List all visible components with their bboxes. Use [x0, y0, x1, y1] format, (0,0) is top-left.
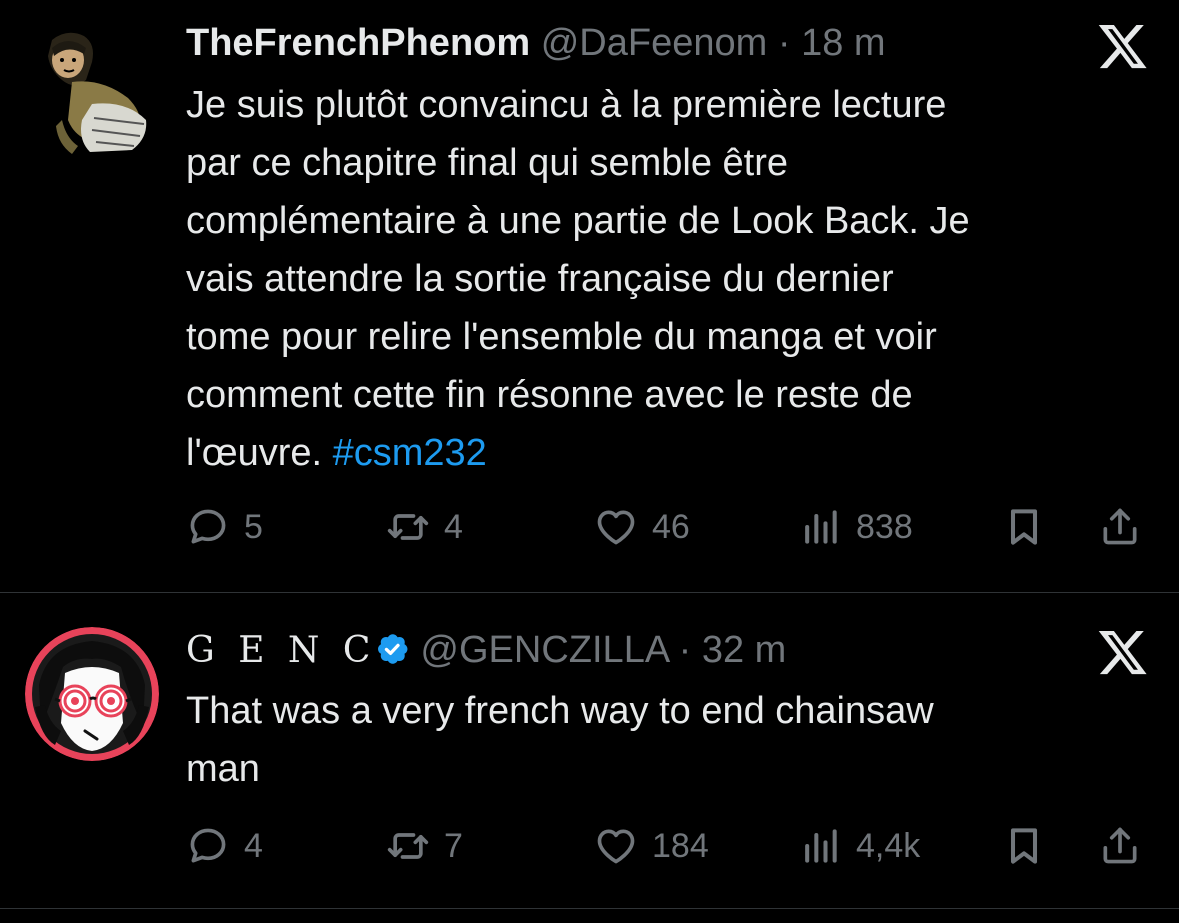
bookmark-button[interactable] — [1002, 499, 1046, 555]
like-count: 184 — [652, 826, 709, 865]
bookmark-icon — [1010, 828, 1038, 864]
speech-bubble-icon — [190, 509, 226, 544]
user-handle[interactable]: @GENCZILLA — [420, 629, 668, 671]
verified-badge-icon — [378, 634, 408, 664]
tweet-text: That was a very french way to end chains… — [186, 682, 1156, 798]
action-bar: 4 7 184 4,4k — [186, 818, 1156, 874]
reply-button[interactable]: 5 — [186, 499, 263, 555]
tweet-header: G E N C @GENCZILLA · 32 m — [186, 625, 1179, 675]
repost-button[interactable]: 7 — [386, 818, 463, 874]
tweet-text-line: tome pour relire l'ensemble du manga et … — [186, 316, 937, 358]
display-name[interactable]: TheFrenchPhenom — [186, 22, 530, 64]
tweet-text-line: complémentaire à une partie de Look Back… — [186, 200, 970, 242]
bookmark-icon — [1010, 509, 1038, 545]
share-button[interactable] — [1098, 818, 1142, 874]
like-button[interactable]: 46 — [594, 499, 690, 555]
timestamp[interactable]: 18 m — [801, 22, 885, 64]
tweet-card[interactable]: G E N C @GENCZILLA · 32 m That was a very… — [0, 593, 1179, 908]
timestamp[interactable]: 32 m — [702, 629, 786, 671]
repost-button[interactable]: 4 — [386, 499, 463, 555]
share-upload-icon — [1103, 508, 1137, 545]
like-count: 46 — [652, 507, 690, 546]
heart-icon — [597, 829, 635, 864]
views-button[interactable]: 4,4k — [798, 818, 920, 874]
tweet-text-line: vais attendre la sortie française du der… — [186, 258, 894, 300]
bookmark-button[interactable] — [1002, 818, 1046, 874]
display-name[interactable]: G E N C — [186, 630, 376, 671]
tweet-header: TheFrenchPhenom @DaFeenom · 18 m — [186, 18, 1179, 68]
separator-dot: · — [678, 629, 692, 671]
view-count: 4,4k — [856, 826, 921, 865]
share-upload-icon — [1103, 827, 1137, 864]
avatar[interactable] — [25, 627, 159, 761]
reply-count: 4 — [244, 826, 263, 865]
tweet-text-line: That was a very french way to end chains… — [186, 690, 934, 732]
view-count: 838 — [856, 507, 913, 546]
user-handle[interactable]: @DaFeenom — [541, 22, 768, 64]
avatar[interactable] — [22, 20, 162, 160]
tweet-text-line: man — [186, 748, 260, 790]
hashtag-link[interactable]: #csm232 — [333, 432, 487, 474]
tweet-text-line: comment cette fin résonne avec le reste … — [186, 374, 913, 416]
repost-arrows-icon — [387, 514, 429, 540]
x-logo-icon — [1098, 24, 1147, 69]
repost-count: 7 — [444, 826, 463, 865]
tweet-text-line: par ce chapitre final qui semble être — [186, 142, 788, 184]
action-bar: 5 4 46 838 — [186, 499, 1156, 555]
like-button[interactable]: 184 — [594, 818, 709, 874]
tweet-divider — [0, 908, 1179, 909]
reply-count: 5 — [244, 507, 263, 546]
heart-icon — [597, 510, 635, 545]
bar-chart-icon — [805, 829, 837, 863]
separator-dot: · — [777, 22, 791, 64]
tweet-card[interactable]: TheFrenchPhenom @DaFeenom · 18 m Je suis… — [0, 0, 1179, 592]
repost-count: 4 — [444, 507, 463, 546]
speech-bubble-icon — [190, 828, 226, 863]
tweet-text-segment: l'œuvre. — [186, 432, 333, 474]
share-button[interactable] — [1098, 499, 1142, 555]
tweet-text-line: l'œuvre. #csm232 — [186, 424, 1156, 482]
tweet-text: Je suis plutôt convaincu à la première l… — [186, 76, 1156, 482]
bar-chart-icon — [805, 510, 837, 544]
reply-button[interactable]: 4 — [186, 818, 263, 874]
tweet-text-line: Je suis plutôt convaincu à la première l… — [186, 84, 947, 126]
views-button[interactable]: 838 — [798, 499, 913, 555]
x-logo-icon — [1098, 630, 1147, 675]
repost-arrows-icon — [387, 833, 429, 859]
